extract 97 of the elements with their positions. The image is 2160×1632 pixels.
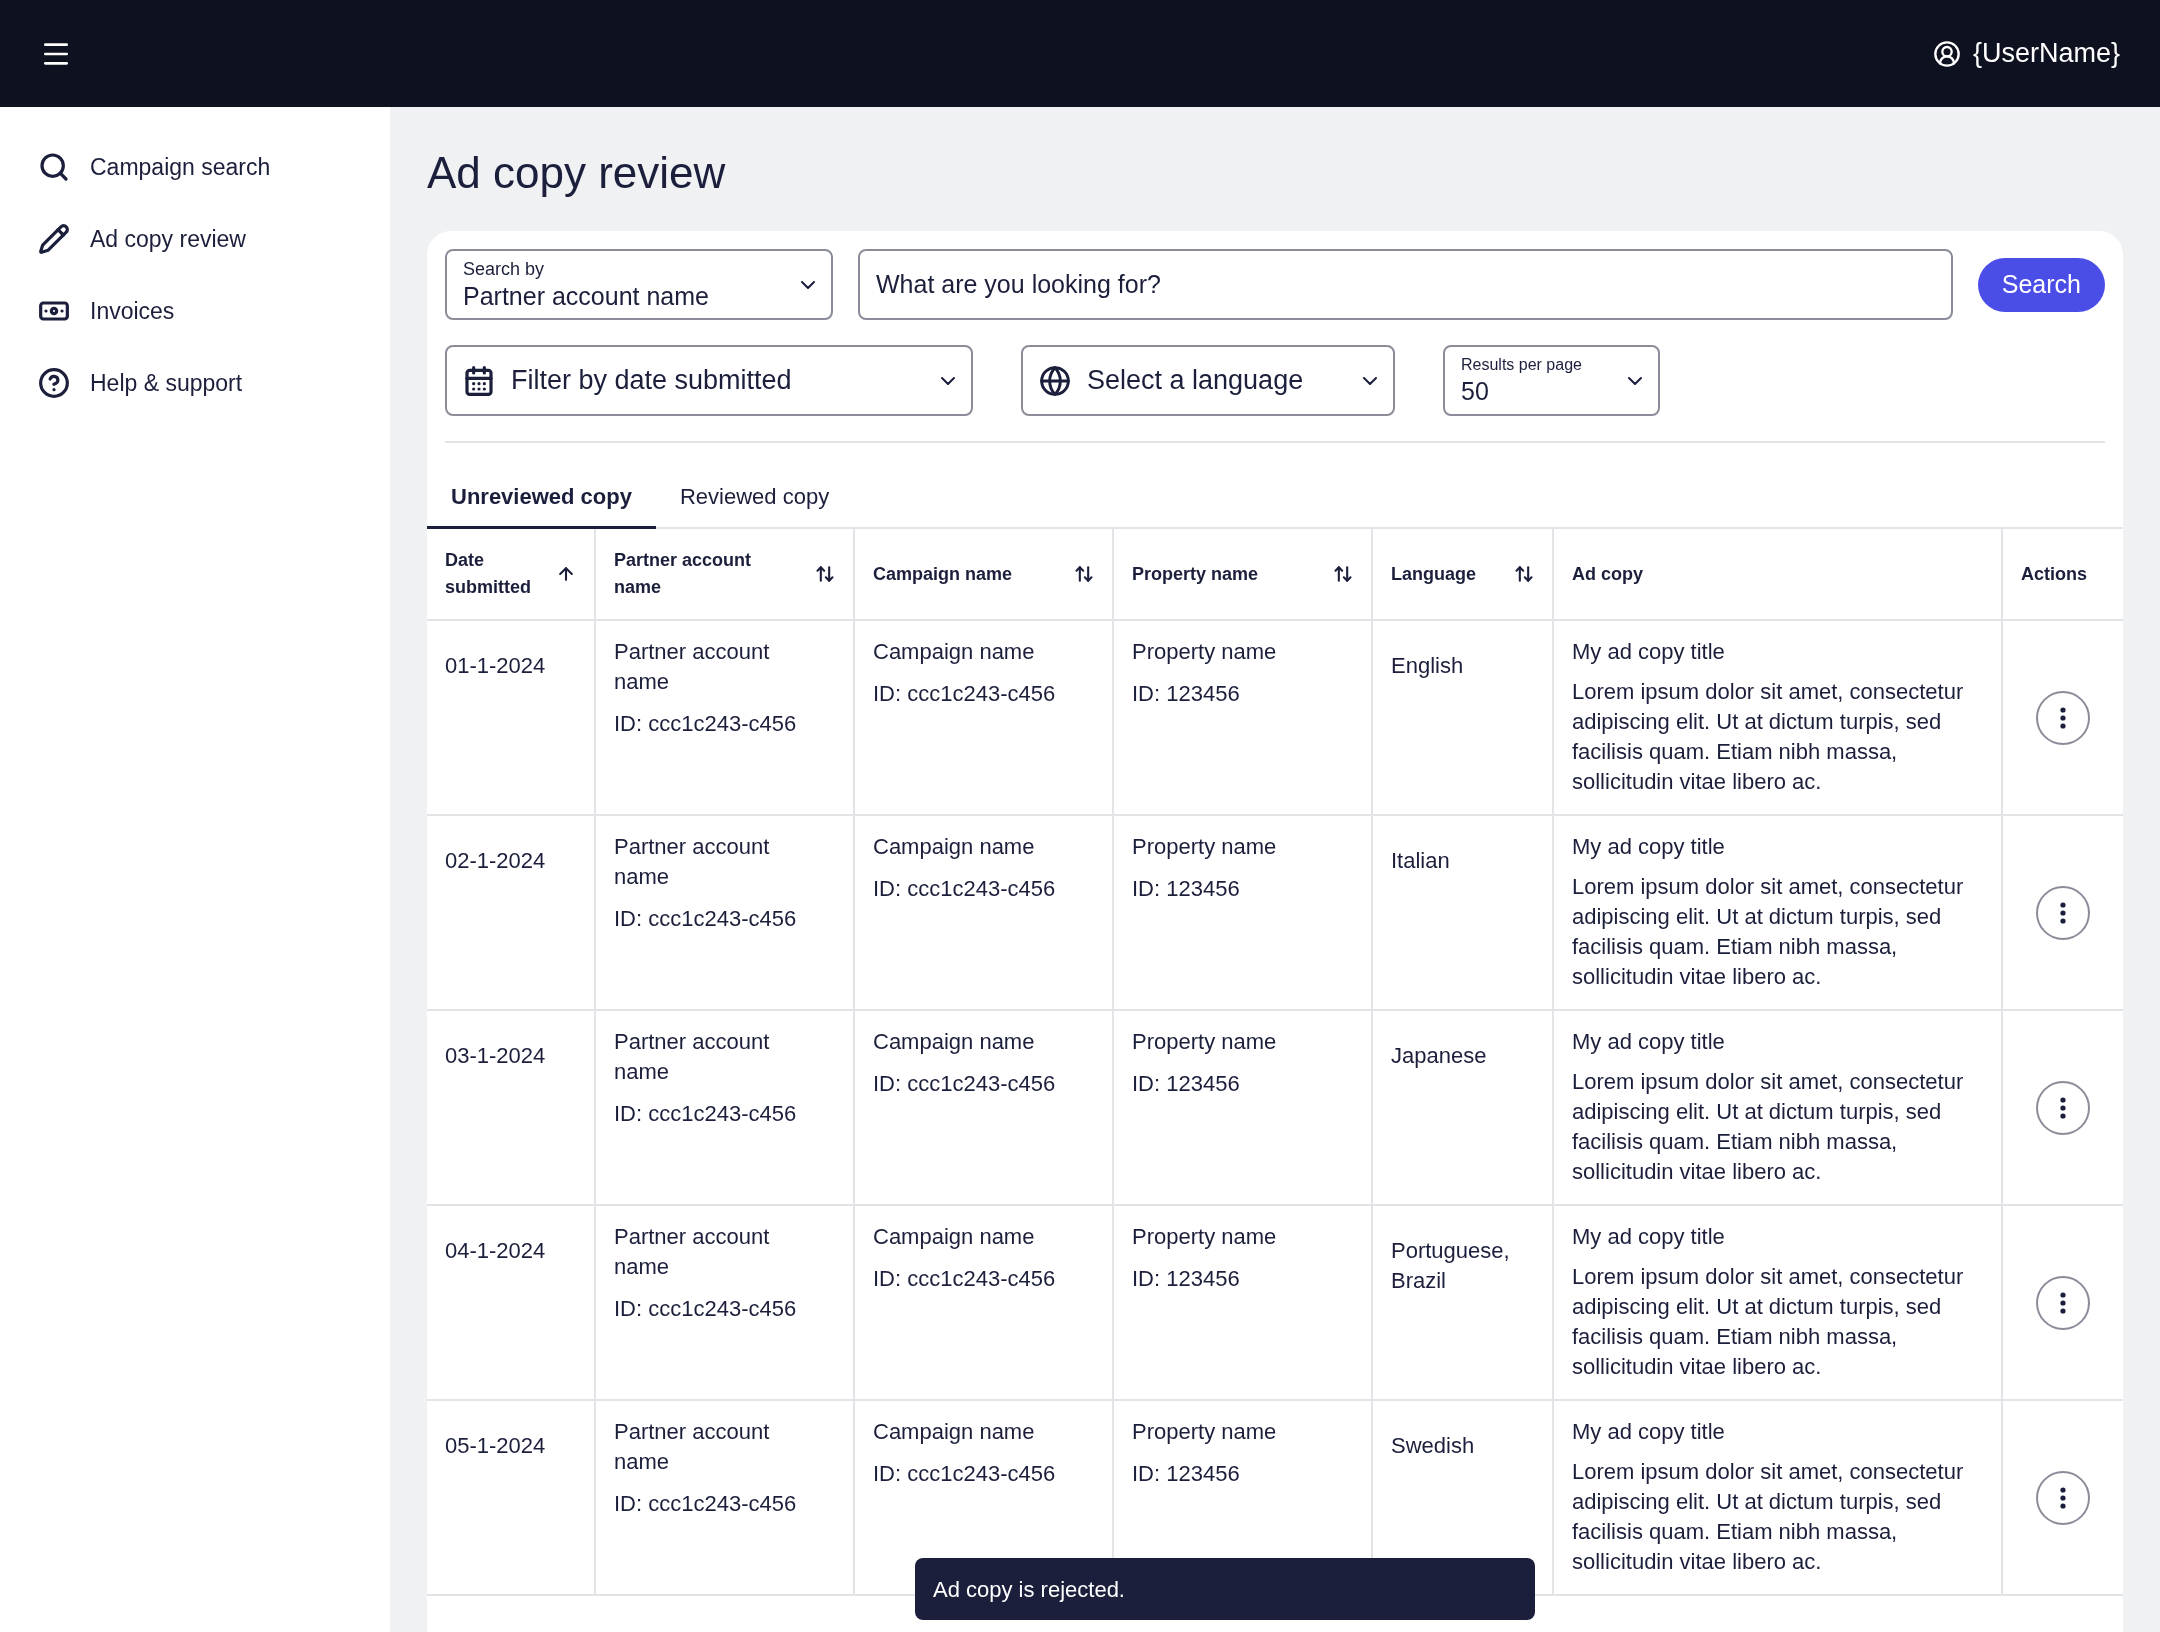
sort-icon[interactable] bbox=[1333, 564, 1353, 584]
table-cell: 03-1-2024 bbox=[445, 1043, 546, 1068]
sort-icon[interactable] bbox=[815, 564, 835, 584]
ad-copy-text: Lorem ipsum dolor sit amet, consectetur adipiscing elit. Ut at dictum turpis, sed facilisis quam. Etiam nibh massa, sollicitudin vitae libero ac. bbox=[1572, 1068, 1965, 1186]
name-text: Partner account name bbox=[614, 1223, 771, 1281]
table-cell: 05-1-2024 bbox=[445, 1433, 546, 1458]
column-header: Language bbox=[1391, 562, 1476, 586]
column-header: Property name bbox=[1132, 562, 1259, 586]
table-cell-text: Japanese bbox=[1391, 1042, 1488, 1070]
page-title: Ad copy review bbox=[427, 147, 727, 199]
name-text: Property name bbox=[1132, 1223, 1278, 1251]
name-text: Campaign name bbox=[873, 638, 1036, 666]
language-select[interactable]: Select a language bbox=[1021, 345, 1395, 416]
table-cell: 04-1-2024 bbox=[445, 1238, 546, 1263]
name-text: Partner account name bbox=[614, 638, 771, 696]
more-actions-button[interactable] bbox=[2036, 885, 2090, 940]
more-vertical-icon bbox=[2060, 1096, 2066, 1119]
table-cell: 02-1-2024 bbox=[445, 848, 546, 873]
ad-copy-title: My ad copy title bbox=[1572, 1028, 1726, 1056]
more-vertical-icon bbox=[2060, 1486, 2066, 1509]
id-text: ID: ccc1c243-c456 bbox=[614, 1100, 798, 1128]
column-header: Actions bbox=[2021, 562, 2087, 586]
ad-copy-title: My ad copy title bbox=[1572, 833, 1726, 861]
pencil-icon bbox=[38, 223, 70, 255]
id-text: ID: ccc1c243-c456 bbox=[614, 1295, 798, 1323]
id-text: ID: 123456 bbox=[1132, 875, 1241, 903]
name-text: Campaign name bbox=[873, 1223, 1036, 1251]
toast: Ad copy is rejected. bbox=[915, 1558, 1535, 1620]
globe-icon bbox=[1039, 364, 1071, 397]
id-text: ID: ccc1c243-c456 bbox=[873, 1070, 1057, 1098]
help-icon bbox=[38, 367, 70, 399]
more-vertical-icon bbox=[2060, 901, 2066, 924]
table-cell-text: Portuguese, Brazil bbox=[1391, 1237, 1511, 1295]
id-text: ID: 123456 bbox=[1132, 1265, 1241, 1293]
chevron-down-icon bbox=[801, 280, 815, 289]
calendar-icon bbox=[463, 364, 495, 397]
sidebar-item[interactable]: Invoices bbox=[38, 287, 352, 335]
id-text: ID: ccc1c243-c456 bbox=[873, 1265, 1057, 1293]
id-text: ID: ccc1c243-c456 bbox=[614, 710, 798, 738]
name-text: Partner account name bbox=[614, 833, 771, 891]
table-cell-text: Swedish bbox=[1391, 1432, 1476, 1460]
name-text: Partner account name bbox=[614, 1418, 771, 1476]
user-icon bbox=[1932, 39, 1961, 68]
more-actions-button[interactable] bbox=[2036, 1080, 2090, 1135]
column-header: Campaign name bbox=[873, 562, 1013, 586]
search-icon bbox=[38, 151, 70, 183]
name-text: Property name bbox=[1132, 638, 1278, 666]
id-text: ID: 123456 bbox=[1132, 680, 1241, 708]
name-text: Property name bbox=[1132, 1418, 1278, 1446]
more-vertical-icon bbox=[2060, 706, 2066, 729]
ad-copy-text: Lorem ipsum dolor sit amet, consectetur adipiscing elit. Ut at dictum turpis, sed facilisis quam. Etiam nibh massa, sollicitudin vitae libero ac. bbox=[1572, 873, 1965, 991]
search-button[interactable]: Search bbox=[1977, 257, 2105, 312]
sort-icon[interactable] bbox=[1074, 564, 1094, 584]
column-header: Partner account name bbox=[614, 549, 753, 599]
sort-icon[interactable] bbox=[1514, 564, 1534, 584]
id-text: ID: 123456 bbox=[1132, 1460, 1241, 1488]
ad-copy-text: Lorem ipsum dolor sit amet, consectetur adipiscing elit. Ut at dictum turpis, sed facilisis quam. Etiam nibh massa, sollicitudin vitae libero ac. bbox=[1572, 1458, 1965, 1576]
sidebar-item[interactable]: Help & support bbox=[38, 359, 352, 407]
name-text: Property name bbox=[1132, 1028, 1278, 1056]
table-cell-text: English bbox=[1391, 652, 1465, 680]
sort-ascending-icon[interactable] bbox=[556, 564, 576, 584]
search-by-select[interactable]: Search by Partner account name bbox=[445, 249, 833, 320]
date-filter-select[interactable]: Filter by date submitted bbox=[445, 345, 973, 416]
id-text: ID: 123456 bbox=[1132, 1070, 1241, 1098]
tab[interactable]: Reviewed copy bbox=[655, 467, 854, 529]
more-actions-button[interactable] bbox=[2036, 1275, 2090, 1330]
search-field[interactable]: What are you looking for? bbox=[858, 249, 1953, 320]
id-text: ID: ccc1c243-c456 bbox=[614, 905, 798, 933]
id-text: ID: ccc1c243-c456 bbox=[873, 875, 1057, 903]
ad-copy-title: My ad copy title bbox=[1572, 1223, 1726, 1251]
more-actions-button[interactable] bbox=[2036, 690, 2090, 745]
sidebar-item[interactable]: Campaign search bbox=[38, 143, 352, 191]
chevron-down-icon bbox=[1628, 376, 1642, 385]
table-cell: 01-1-2024 bbox=[445, 653, 546, 678]
user-name[interactable]: {UserName} bbox=[1972, 33, 2120, 74]
chevron-down-icon bbox=[1363, 376, 1377, 385]
more-vertical-icon bbox=[2060, 1291, 2066, 1314]
id-text: ID: ccc1c243-c456 bbox=[873, 680, 1057, 708]
name-text: Campaign name bbox=[873, 1028, 1036, 1056]
more-actions-button[interactable] bbox=[2036, 1470, 2090, 1525]
tab[interactable]: Unreviewed copy bbox=[427, 467, 656, 529]
ad-copy-text: Lorem ipsum dolor sit amet, consectetur adipiscing elit. Ut at dictum turpis, sed facilisis quam. Etiam nibh massa, sollicitudin vitae libero ac. bbox=[1572, 1263, 1965, 1381]
id-text: ID: ccc1c243-c456 bbox=[873, 1460, 1057, 1488]
ad-copy-title: My ad copy title bbox=[1572, 638, 1726, 666]
name-text: Campaign name bbox=[873, 1418, 1036, 1446]
name-text: Campaign name bbox=[873, 833, 1036, 861]
chevron-down-icon bbox=[941, 376, 955, 385]
name-text: Property name bbox=[1132, 833, 1278, 861]
id-text: ID: ccc1c243-c456 bbox=[614, 1490, 798, 1518]
ad-copy-text: Lorem ipsum dolor sit amet, consectetur adipiscing elit. Ut at dictum turpis, sed facilisis quam. Etiam nibh massa, sollicitudin vitae libero ac. bbox=[1572, 678, 1965, 796]
name-text: Partner account name bbox=[614, 1028, 771, 1086]
ad-copy-title: My ad copy title bbox=[1572, 1418, 1726, 1446]
sidebar-item[interactable]: Ad copy review bbox=[38, 215, 352, 263]
results-per-page-select[interactable]: Results per page 50 bbox=[1443, 345, 1660, 416]
table-cell-text: Italian bbox=[1391, 847, 1451, 875]
column-header: Ad copy bbox=[1572, 562, 1643, 586]
column-header: Date submitted bbox=[445, 549, 532, 599]
